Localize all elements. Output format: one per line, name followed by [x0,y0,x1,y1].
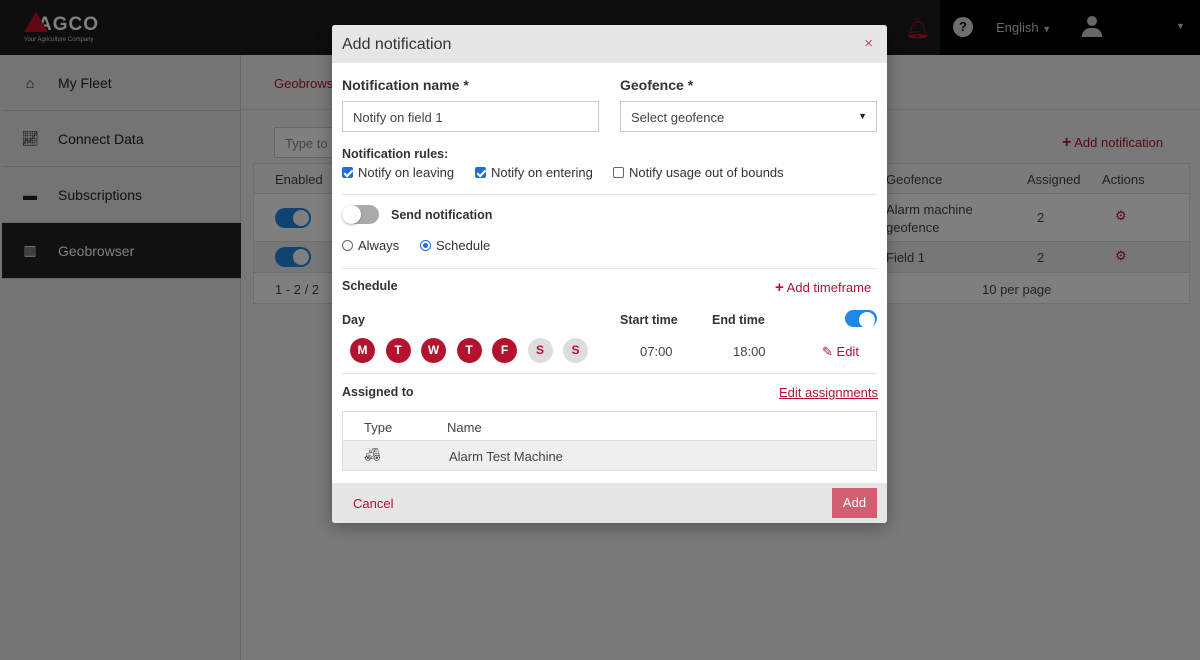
day-toggle[interactable]: F [492,338,517,363]
rule-label: Notify on entering [491,165,593,180]
divider [342,268,877,269]
radio-unchecked-icon [342,240,353,251]
day-label: Day [342,313,365,327]
dialog-header: Add notification × [332,25,887,63]
day-toggle[interactable]: S [527,338,553,363]
rule-entering-checkbox[interactable]: Notify on entering [475,165,593,180]
geofence-label: Geofence * [620,77,694,93]
rule-label: Notify usage out of bounds [629,165,784,180]
assignee-name: Alarm Test Machine [449,449,563,464]
rule-leaving-checkbox[interactable]: Notify on leaving [342,165,454,180]
assignments-table: Type Name 🚜︎ Alarm Test Machine [342,411,877,471]
pencil-icon: ✎ [822,344,833,359]
mode-schedule-radio[interactable]: Schedule [420,238,490,253]
checkbox-checked-icon [342,167,353,178]
add-timeframe-label: Add timeframe [786,280,872,295]
start-time-label: Start time [620,313,678,327]
end-time-value: 18:00 [733,344,766,359]
cancel-button[interactable]: Cancel [353,496,393,511]
timeframe-toggle[interactable] [845,310,877,328]
geofence-placeholder: Select geofence [631,110,725,125]
table-row: 🚜︎ Alarm Test Machine [343,441,876,470]
schedule-label: Schedule [342,279,398,293]
column-header: Type [364,420,393,435]
start-time-value: 07:00 [640,344,673,359]
divider [342,194,877,195]
edit-label: Edit [836,344,859,359]
rules-label: Notification rules: [342,147,449,161]
divider [342,373,877,374]
day-toggle[interactable]: W [421,338,446,363]
send-notification-toggle[interactable] [342,205,379,224]
assigned-to-label: Assigned to [342,385,414,399]
dialog-footer: Cancel Add [332,483,887,523]
rule-label: Notify on leaving [358,165,455,180]
send-notification-label: Send notification [391,208,493,222]
edit-assignments-link[interactable]: Edit assignments [779,385,878,400]
day-toggle[interactable]: S [563,338,588,363]
day-toggle[interactable]: T [385,338,411,363]
dialog-title: Add notification [342,36,452,53]
day-toggle[interactable]: M [350,338,375,363]
close-icon[interactable]: × [864,35,873,52]
column-header: Name [447,420,482,435]
checkbox-unchecked-icon [613,167,624,178]
name-label: Notification name * [342,77,469,93]
radio-label: Schedule [436,238,491,253]
add-notification-dialog: Add notification × Notification name * N… [332,25,887,523]
add-timeframe-button[interactable]: + Add timeframe [775,279,871,296]
notification-name-input[interactable]: Notify on field 1 [342,101,599,132]
end-time-label: End time [712,313,765,327]
add-button[interactable]: Add [832,488,877,518]
radio-label: Always [358,238,400,253]
day-toggle[interactable]: T [456,338,482,363]
table-header: Type Name [343,412,876,441]
rule-out-of-bounds-checkbox[interactable]: Notify usage out of bounds [613,165,784,180]
radio-checked-icon [420,240,431,251]
edit-timeframe-button[interactable]: ✎ Edit [822,344,859,360]
tractor-icon: 🚜︎ [364,447,381,462]
plus-icon: + [775,279,784,296]
checkbox-checked-icon [475,167,486,178]
mode-always-radio[interactable]: Always [342,238,399,253]
caret-down-icon: ▼ [858,111,867,121]
geofence-select[interactable]: Select geofence ▼ [620,101,877,132]
